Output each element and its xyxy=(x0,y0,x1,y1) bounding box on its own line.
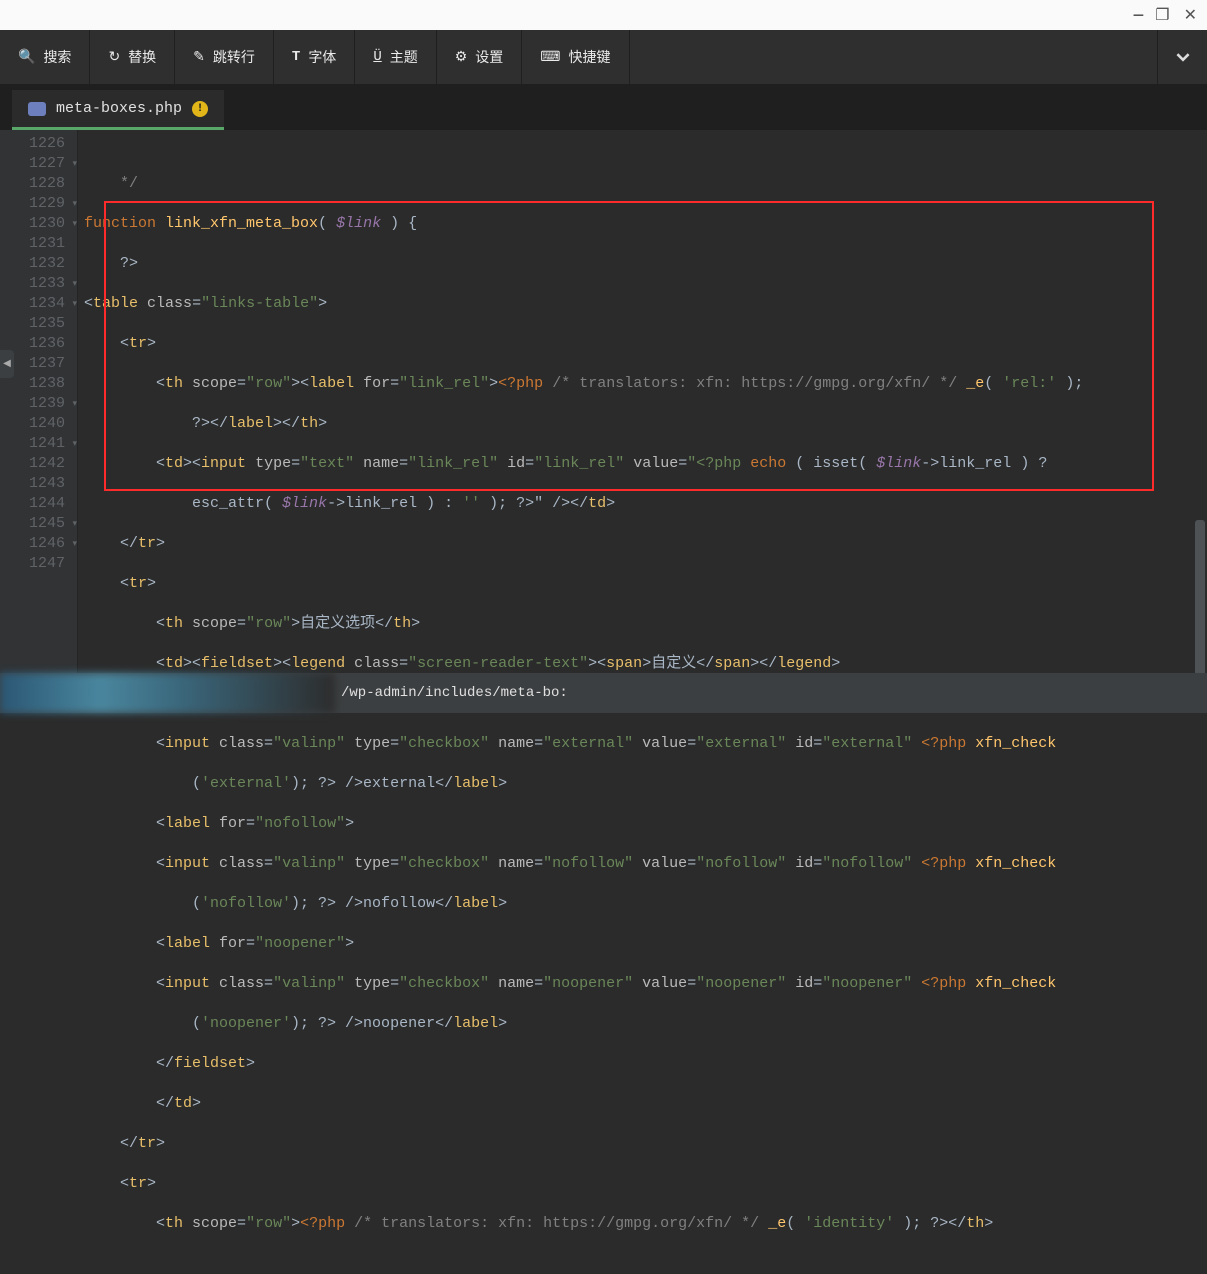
tab-bar: meta-boxes.php ! xyxy=(0,84,1207,130)
line-gutter: 122612271228122912301231 1232 1233123412… xyxy=(0,130,78,673)
toolbar-expand-button[interactable] xyxy=(1157,30,1207,84)
settings-button[interactable]: ⚙ 设置 xyxy=(437,30,523,84)
font-button[interactable]: T 字体 xyxy=(274,30,355,84)
tab-meta-boxes[interactable]: meta-boxes.php ! xyxy=(12,90,224,130)
shortcuts-label: 快捷键 xyxy=(569,47,611,67)
status-bar: /wp-admin/includes/meta-bo: xyxy=(0,673,1207,713)
php-file-icon xyxy=(28,102,46,116)
tab-filename: meta-boxes.php xyxy=(56,100,182,117)
replace-icon: ↻ xyxy=(108,49,120,66)
replace-label: 替换 xyxy=(128,47,156,67)
status-left-blur xyxy=(0,673,335,713)
chevron-left-icon: ◀ xyxy=(3,358,11,370)
code-editor[interactable]: 122612271228122912301231 1232 1233123412… xyxy=(0,130,1207,673)
search-button[interactable]: 🔍 搜索 xyxy=(0,30,90,84)
goto-label: 跳转行 xyxy=(213,47,255,67)
gear-icon: ⚙ xyxy=(455,49,468,66)
theme-button[interactable]: Ü 主题 xyxy=(355,30,436,84)
font-icon: T xyxy=(292,49,300,65)
keyboard-icon: ⌨ xyxy=(540,49,560,66)
minimize-button[interactable]: — xyxy=(1134,6,1142,24)
window-titlebar: — ❐ ✕ xyxy=(0,0,1207,30)
scrollbar-thumb[interactable] xyxy=(1195,520,1205,680)
search-label: 搜索 xyxy=(43,47,71,67)
theme-label: 主题 xyxy=(390,47,418,67)
settings-label: 设置 xyxy=(475,47,503,67)
replace-button[interactable]: ↻ 替换 xyxy=(90,30,175,84)
vertical-scrollbar[interactable] xyxy=(1193,130,1207,673)
panel-expand-handle[interactable]: ◀ xyxy=(0,350,14,378)
chevron-down-icon xyxy=(1176,50,1190,64)
goto-button[interactable]: ✎ 跳转行 xyxy=(175,30,274,84)
maximize-button[interactable]: ❐ xyxy=(1155,5,1169,25)
close-button[interactable]: ✕ xyxy=(1184,5,1197,25)
search-icon: 🔍 xyxy=(18,49,35,66)
theme-icon: Ü xyxy=(373,49,381,65)
main-toolbar: 🔍 搜索 ↻ 替换 ✎ 跳转行 T 字体 Ü 主题 ⚙ 设置 ⌨ 快捷键 xyxy=(0,30,1207,84)
shortcuts-button[interactable]: ⌨ 快捷键 xyxy=(522,30,629,84)
status-path: /wp-admin/includes/meta-bo: xyxy=(341,685,568,701)
font-label: 字体 xyxy=(308,47,336,67)
warning-icon: ! xyxy=(192,101,208,117)
code-area[interactable]: */ function link_xfn_meta_box( $link ) {… xyxy=(78,130,1207,673)
goto-icon: ✎ xyxy=(193,49,205,66)
